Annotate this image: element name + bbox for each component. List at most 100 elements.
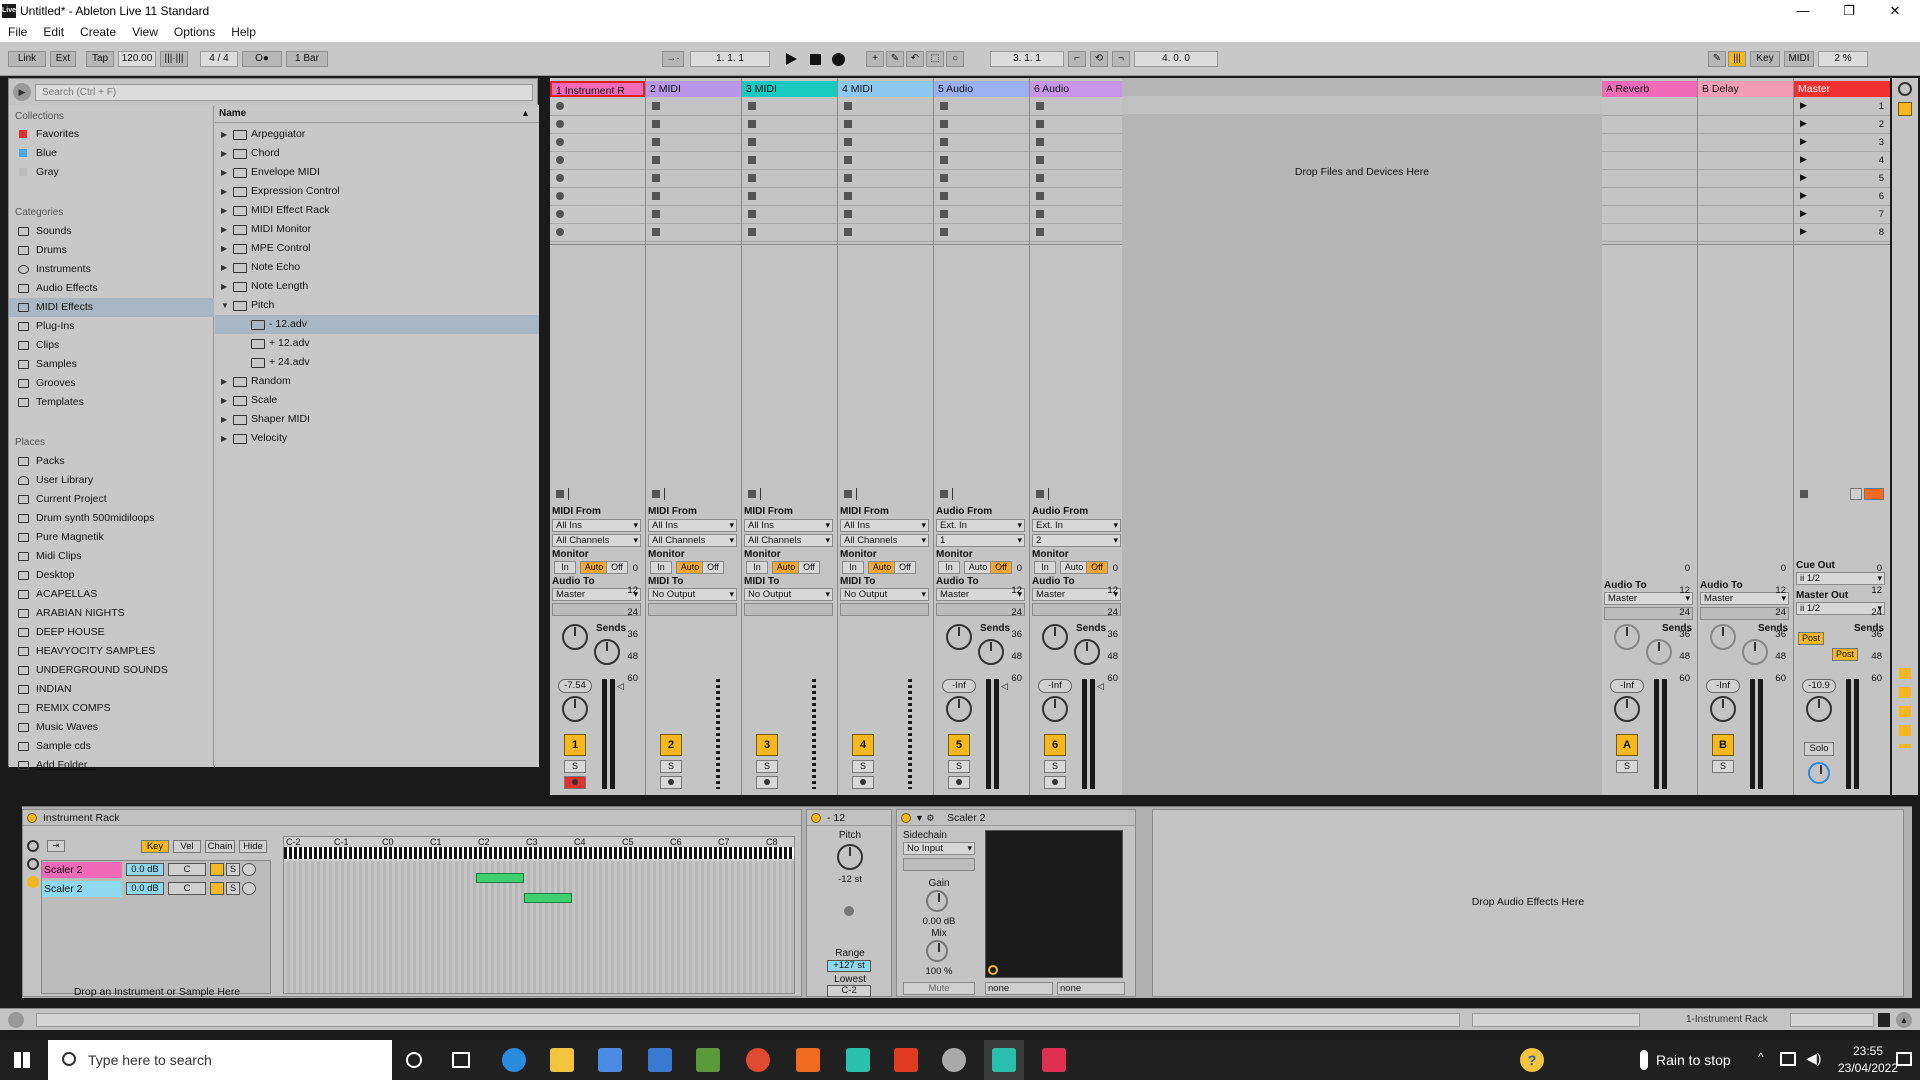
- time-signature-field[interactable]: 4 / 4: [200, 51, 238, 67]
- arm-record-button[interactable]: [756, 776, 778, 789]
- drop-area[interactable]: Drop Files and Devices Here: [1122, 78, 1602, 795]
- send-a-knob[interactable]: [1710, 624, 1736, 650]
- pan-knob[interactable]: [1710, 696, 1736, 722]
- mute-button[interactable]: Mute: [903, 982, 975, 995]
- solo-button[interactable]: S: [1044, 760, 1066, 773]
- clip-slot[interactable]: [646, 206, 741, 224]
- record-clip-icon[interactable]: [556, 210, 564, 218]
- chain-activator-icon[interactable]: [210, 863, 224, 876]
- clip-slot[interactable]: [550, 134, 645, 152]
- mini-keyboard[interactable]: [284, 847, 794, 859]
- clip-slot[interactable]: [1030, 224, 1125, 242]
- chain-list-toggle-icon[interactable]: [27, 858, 39, 870]
- collapsed-triangle-icon[interactable]: ▶: [221, 163, 227, 182]
- detail-clip-toggle[interactable]: [1878, 1013, 1890, 1027]
- collapsed-triangle-icon[interactable]: ▶: [221, 429, 227, 448]
- clip-stop-icon[interactable]: [652, 228, 660, 236]
- clip-slot[interactable]: [550, 224, 645, 242]
- volume-field[interactable]: -7.54: [558, 679, 592, 693]
- arm-record-button[interactable]: [948, 776, 970, 789]
- place-user-library[interactable]: User Library: [9, 471, 214, 490]
- clip-stop-icon[interactable]: [748, 120, 756, 128]
- clip-slot[interactable]: [1698, 224, 1793, 242]
- volume-field[interactable]: -Inf: [1038, 679, 1072, 693]
- send-a-knob[interactable]: [946, 624, 972, 650]
- clip-slot[interactable]: [838, 170, 933, 188]
- punch-out-icon[interactable]: ¬: [1112, 51, 1130, 67]
- track-header[interactable]: 3 MIDI: [742, 81, 837, 97]
- notifications-icon[interactable]: [1896, 1052, 1912, 1066]
- pitch-knob[interactable]: [837, 844, 863, 870]
- ableton-live-active-icon[interactable]: [992, 1048, 1016, 1072]
- chain-pan[interactable]: C: [168, 863, 206, 876]
- solo-button[interactable]: S: [756, 760, 778, 773]
- expanded-triangle-icon[interactable]: ▼: [221, 296, 229, 315]
- play-icon[interactable]: [786, 53, 797, 65]
- input-channel-dropdown[interactable]: All Channels: [648, 534, 737, 547]
- chain-volume[interactable]: 0.0 dB: [126, 882, 164, 895]
- output-channel-dropdown[interactable]: [744, 603, 833, 616]
- clip-stop-icon[interactable]: [1036, 192, 1044, 200]
- key-zone-tab[interactable]: Key: [141, 840, 169, 853]
- notepad-icon[interactable]: [696, 1048, 720, 1072]
- app-icon[interactable]: [796, 1048, 820, 1072]
- clip-slot[interactable]: [934, 116, 1029, 134]
- pan-knob[interactable]: [1614, 696, 1640, 722]
- nudge-icon[interactable]: |||·|||: [160, 51, 188, 67]
- clip-slot[interactable]: [1030, 98, 1125, 116]
- track-header[interactable]: 1 Instrument R: [550, 81, 645, 97]
- clip-slot[interactable]: [646, 98, 741, 116]
- clip-slot[interactable]: [838, 116, 933, 134]
- record-clip-icon[interactable]: [556, 174, 564, 182]
- clip-stop-icon[interactable]: [748, 192, 756, 200]
- menu-help[interactable]: Help: [223, 25, 264, 39]
- clip-stop-icon[interactable]: [940, 138, 948, 146]
- help-icon[interactable]: ?: [1520, 1048, 1544, 1072]
- collapsed-triangle-icon[interactable]: ▶: [221, 220, 227, 239]
- clip-slot[interactable]: [742, 134, 837, 152]
- clip-slot[interactable]: [1602, 188, 1697, 206]
- clip-slot[interactable]: [1602, 116, 1697, 134]
- solo-button[interactable]: S: [948, 760, 970, 773]
- clip-slot[interactable]: [550, 188, 645, 206]
- volume-icon[interactable]: ◀): [1806, 1050, 1821, 1067]
- send-a-knob[interactable]: [1614, 624, 1640, 650]
- track-header[interactable]: 2 MIDI: [646, 81, 741, 97]
- maximize-icon[interactable]: ❐: [1826, 0, 1872, 22]
- chain-solo-button[interactable]: S: [226, 882, 240, 895]
- category-drums[interactable]: Drums: [9, 241, 214, 260]
- place-folder[interactable]: HEAVYOCITY SAMPLES: [9, 642, 214, 661]
- clip-slot[interactable]: [1698, 134, 1793, 152]
- clip-stop-icon[interactable]: [940, 228, 948, 236]
- audio-effects-drop-area[interactable]: Drop Audio Effects Here: [1152, 809, 1904, 997]
- output-type-dropdown[interactable]: No Output: [744, 588, 833, 601]
- tray-chevron-icon[interactable]: ^: [1758, 1050, 1764, 1064]
- browser-item[interactable]: ▶ Shaper MIDI: [215, 410, 539, 429]
- input-channel-dropdown[interactable]: 2: [1032, 534, 1121, 547]
- clip-slot[interactable]: [1698, 152, 1793, 170]
- network-icon[interactable]: [1780, 1052, 1796, 1066]
- record-icon[interactable]: [832, 53, 845, 66]
- rack-power-icon[interactable]: [27, 813, 37, 823]
- record-clip-icon[interactable]: [556, 138, 564, 146]
- name-column-header[interactable]: Name: [215, 105, 539, 123]
- chain-pan[interactable]: C: [168, 882, 206, 895]
- minimize-icon[interactable]: —: [1780, 0, 1826, 22]
- task-view-icon[interactable]: [452, 1052, 470, 1068]
- chain-select-tab[interactable]: Chain: [205, 840, 235, 853]
- clip-slot[interactable]: [1698, 206, 1793, 224]
- solo-button[interactable]: S: [564, 760, 586, 773]
- clip-stop-icon[interactable]: [844, 174, 852, 182]
- clip-slot[interactable]: [1030, 188, 1125, 206]
- clip-slot[interactable]: [934, 98, 1029, 116]
- solo-button[interactable]: S: [660, 760, 682, 773]
- clip-stop-icon[interactable]: [844, 156, 852, 164]
- solo-button[interactable]: S: [852, 760, 874, 773]
- input-type-dropdown[interactable]: All Ins: [552, 519, 641, 532]
- pan-knob[interactable]: [1806, 696, 1832, 722]
- stop-clips-icon[interactable]: [844, 490, 852, 498]
- scene-launch-icon[interactable]: ▶: [1800, 118, 1807, 129]
- clip-stop-icon[interactable]: [940, 192, 948, 200]
- browser-item[interactable]: ▶ Note Length: [215, 277, 539, 296]
- follow-icon[interactable]: →·: [662, 51, 684, 67]
